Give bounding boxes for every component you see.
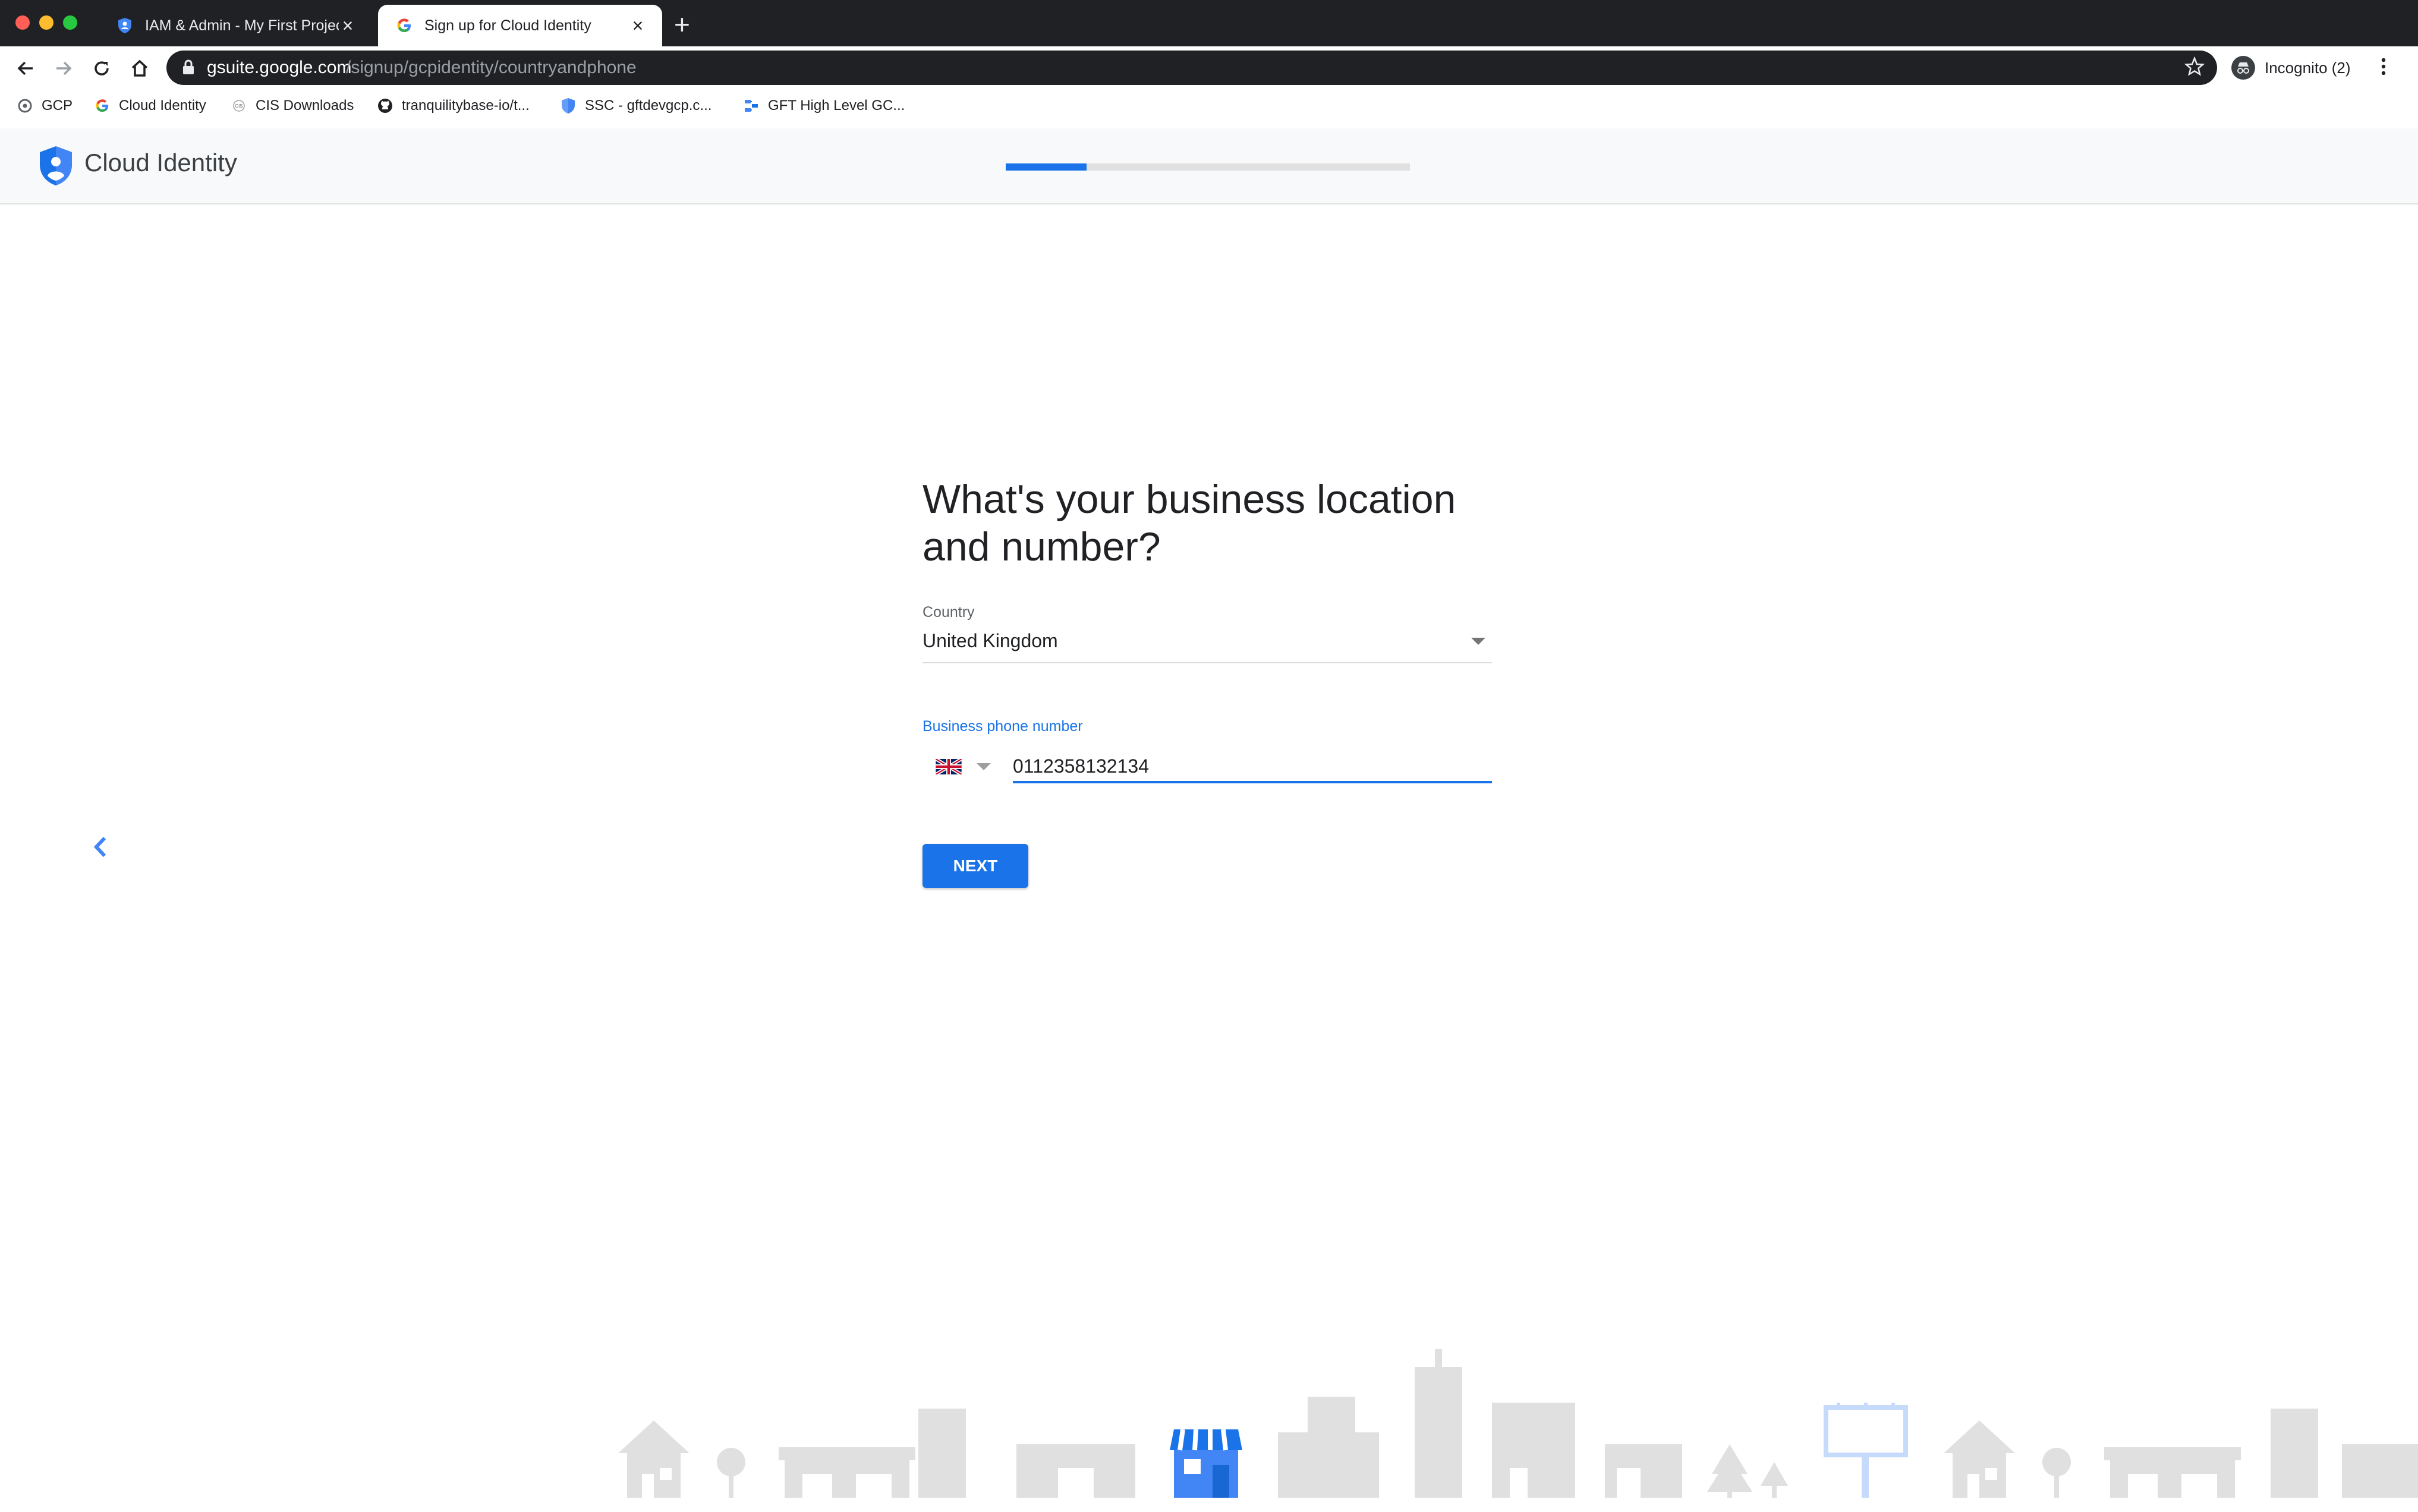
cis-icon: CIS [231,97,247,114]
bookmark-tranquilitybase[interactable]: tranquilitybase-io/t... [377,95,530,116]
phone-country-code-select[interactable] [934,751,999,785]
tab-title: Sign up for Cloud Identity [424,17,591,34]
maximize-window-button[interactable] [63,15,77,30]
bookmark-label: SSC - gftdevgcp.c... [585,97,712,114]
bookmark-label: Cloud Identity [119,97,206,114]
country-select[interactable]: United Kingdom [923,630,1058,652]
country-underline [923,662,1492,663]
forward-arrow-icon[interactable] [49,53,78,83]
app-title: Cloud Identity [84,149,237,177]
bookmark-label: GFT High Level GC... [768,97,905,114]
tab-iam-admin[interactable]: IAM & Admin - My First Project - × [99,5,372,46]
bookmark-ssc[interactable]: SSC - gftdevgcp.c... [560,95,711,116]
shield-icon [117,17,133,34]
shield-icon [560,97,577,114]
tab-title: IAM & Admin - My First Project - [145,17,339,34]
close-tab-icon[interactable]: × [339,15,357,37]
chevron-left-icon[interactable] [84,831,117,866]
new-tab-button[interactable]: + [674,8,690,40]
signup-progress-bar [1006,163,1410,171]
country-label: Country [923,604,975,620]
svg-text:CIS: CIS [235,103,243,109]
gcp-icon [17,97,33,114]
phone-label: Business phone number [923,718,1083,735]
progress-fill [1006,163,1087,171]
chevron-down-icon[interactable] [1471,637,1486,648]
bookmark-gft[interactable]: GFT High Level GC... [743,95,905,116]
home-icon[interactable] [125,53,155,83]
chevron-down-icon [976,763,991,774]
close-window-button[interactable] [15,15,30,30]
cloud-identity-logo-icon [38,145,74,190]
uk-flag-icon [934,757,963,777]
page-heading: What's your business location and number… [923,477,1456,569]
bookmark-label: tranquilitybase-io/t... [402,97,530,114]
google-g-icon [94,97,111,114]
incognito-profile-button[interactable]: Incognito (2) [2229,51,2360,85]
bookmark-label: CIS Downloads [256,97,354,114]
bookmark-gcp[interactable]: GCP [17,95,73,116]
diagram-icon [743,97,760,114]
minimize-window-button[interactable] [39,15,53,30]
url-host: gsuite.google.com [207,58,352,77]
lock-icon[interactable] [182,59,195,78]
next-button[interactable]: NEXT [923,844,1028,888]
skyline-illustration [618,1349,2418,1498]
tab-sign-up-cloud-identity[interactable]: Sign up for Cloud Identity × [378,5,662,46]
bookmark-star-icon[interactable] [2184,56,2205,80]
close-tab-icon[interactable]: × [629,15,647,37]
bookmark-cis-downloads[interactable]: CIS CIS Downloads [231,95,354,116]
more-menu-icon[interactable] [2378,55,2389,81]
incognito-icon [2231,56,2255,80]
tab-strip: IAM & Admin - My First Project - × Sign … [0,0,2418,46]
phone-number-input[interactable] [1013,751,1492,783]
github-icon [377,97,393,114]
profile-label: Incognito (2) [2265,58,2351,77]
google-g-icon [396,17,413,34]
bookmark-label: GCP [42,97,73,114]
reload-icon[interactable] [87,53,117,83]
url-path: /signup/gcpidentity/countryandphone [346,58,637,77]
bookmark-cloud-identity[interactable]: Cloud Identity [94,95,206,116]
back-arrow-icon[interactable] [11,53,40,83]
